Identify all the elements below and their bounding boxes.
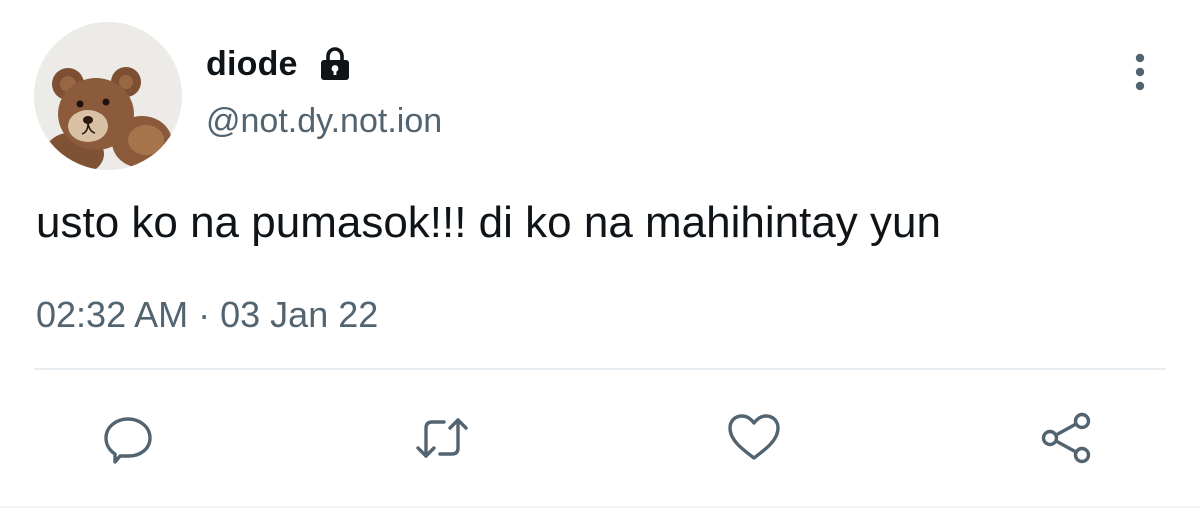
share-button[interactable] xyxy=(1038,408,1098,468)
bottom-divider xyxy=(0,506,1200,508)
tweet-timestamp[interactable]: 02:32 AM · 03 Jan 22 xyxy=(36,294,378,336)
user-handle[interactable]: @not.dy.not.ion xyxy=(206,102,442,141)
share-icon xyxy=(1041,412,1091,464)
retweet-icon xyxy=(416,418,468,458)
heart-icon xyxy=(728,414,780,460)
display-name[interactable]: diode xyxy=(206,45,298,84)
like-button[interactable] xyxy=(724,408,784,468)
tweet-text: usto ko na pumasok!!! di ko na mahihinta… xyxy=(36,198,941,247)
tweet-date: 03 Jan 22 xyxy=(220,294,379,335)
avatar[interactable] xyxy=(34,22,182,170)
tweet-time: 02:32 AM xyxy=(36,294,189,335)
reply-button[interactable] xyxy=(98,408,158,468)
more-vertical-icon xyxy=(1135,53,1145,91)
teddy-bear-icon xyxy=(34,22,182,170)
comment-icon xyxy=(104,417,152,464)
more-options-button[interactable] xyxy=(1120,44,1160,100)
divider xyxy=(34,368,1166,370)
user-name-row: diode xyxy=(206,40,354,88)
retweet-button[interactable] xyxy=(412,408,472,468)
meta-separator: · xyxy=(198,294,211,335)
lock-icon xyxy=(316,45,354,83)
